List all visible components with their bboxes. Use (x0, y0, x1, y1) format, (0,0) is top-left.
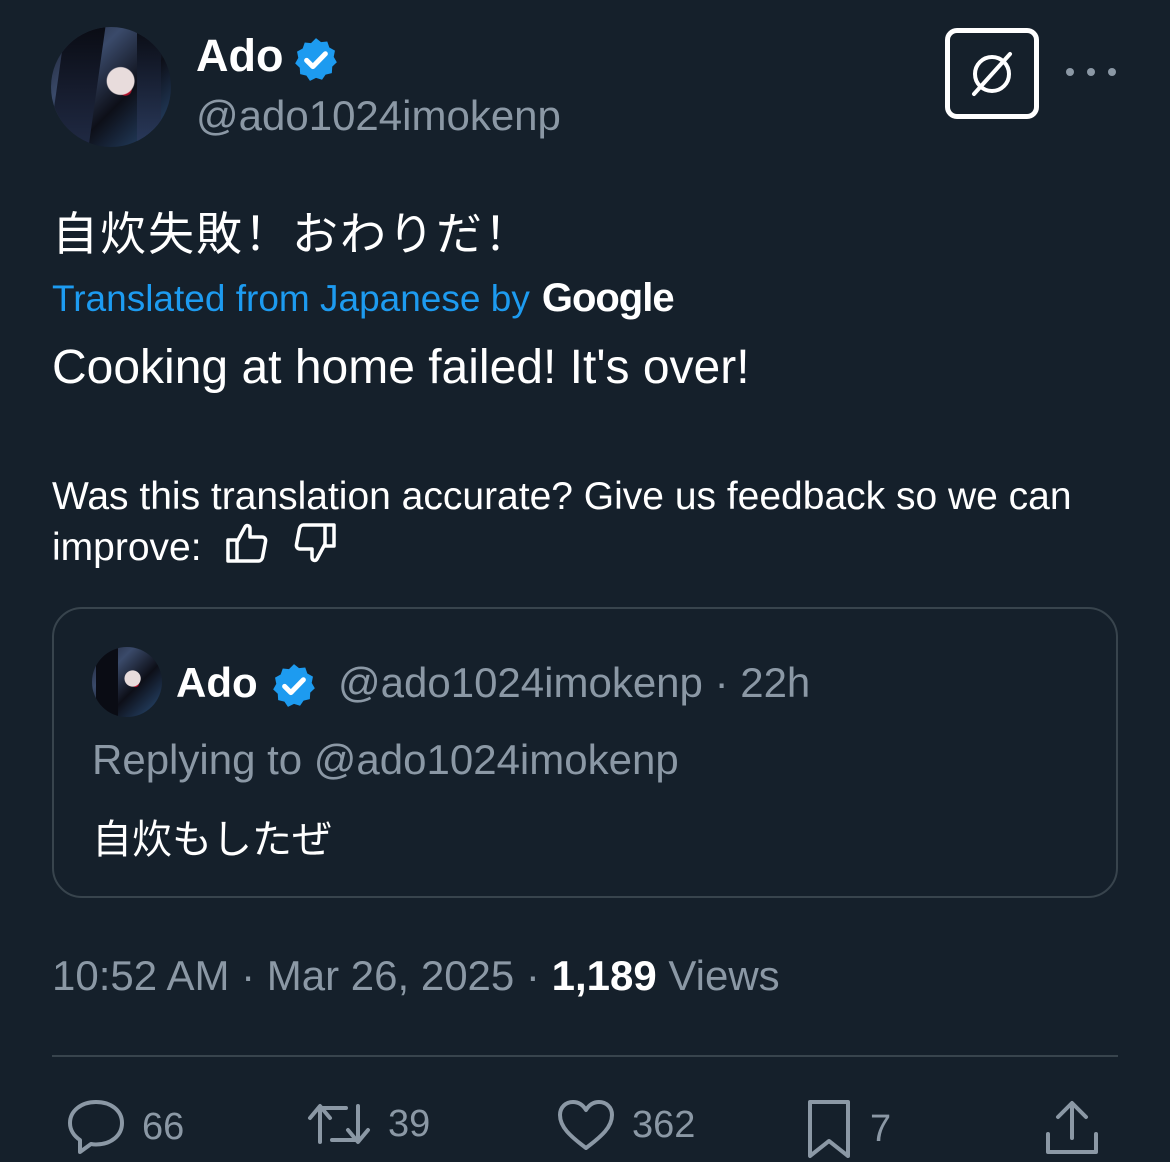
verified-badge-icon (291, 35, 341, 90)
translation-feedback: Was this translation accurate? Give us f… (52, 472, 1132, 577)
reply-button[interactable]: 66 (66, 1098, 184, 1156)
quote-author-name: Ado (176, 659, 258, 706)
tweet-timestamp[interactable]: 10:52 AM · Mar 26, 2025 · (52, 952, 552, 999)
author-handle[interactable]: @ado1024imokenp (196, 92, 561, 140)
like-icon (558, 1100, 614, 1150)
google-logo: Google (541, 276, 675, 320)
author-avatar[interactable] (51, 27, 171, 147)
like-count: 362 (632, 1103, 696, 1146)
quote-author-avatar[interactable] (92, 647, 162, 717)
tweet-meta: 10:52 AM · Mar 26, 2025 · 1,189 Views (52, 952, 780, 1000)
share-icon (1046, 1101, 1098, 1154)
grok-icon (972, 51, 1012, 96)
quoted-tweet-card[interactable]: Ado @ado1024imokenp · 22h Replying to @a… (52, 607, 1118, 898)
bookmark-icon (808, 1100, 850, 1158)
tweet-detail: Ado @ado1024imokenp 自炊失敗！おわりだ！ Translate… (0, 0, 1170, 1162)
quote-text: 自炊もしたぜ (92, 817, 332, 863)
translation-attribution: Translated from Japanese by Google (52, 276, 675, 321)
translated-from-link[interactable]: Translated from Japanese by (52, 278, 530, 320)
grok-button[interactable] (945, 28, 1039, 119)
verified-badge-icon (269, 661, 319, 716)
tweet-text: 自炊失敗！おわりだ！ (52, 207, 532, 261)
reply-count: 66 (142, 1105, 185, 1148)
bookmark-button[interactable]: 7 (804, 1098, 891, 1160)
share-button[interactable] (1044, 1098, 1100, 1156)
feedback-prompt: Was this translation accurate? Give us f… (52, 475, 1072, 569)
more-icon[interactable] (1066, 54, 1116, 90)
author-name[interactable]: Ado (196, 30, 283, 82)
like-button[interactable]: 362 (556, 1098, 695, 1152)
quote-handle-time: @ado1024imokenp · 22h (338, 659, 811, 706)
divider (52, 1055, 1118, 1057)
retweet-icon (308, 1104, 370, 1144)
reply-icon (68, 1100, 124, 1154)
thumbs-up-icon[interactable] (224, 522, 270, 577)
thumbs-down-icon[interactable] (292, 522, 338, 577)
views-count: 1,189 (551, 952, 657, 999)
views-label: Views (656, 952, 780, 999)
quote-replying-to: Replying to @ado1024imokenp (92, 736, 679, 783)
retweet-count: 39 (388, 1102, 431, 1145)
retweet-button[interactable]: 39 (306, 1098, 430, 1150)
bookmark-count: 7 (870, 1107, 892, 1150)
translated-text: Cooking at home failed! It's over! (52, 341, 750, 394)
